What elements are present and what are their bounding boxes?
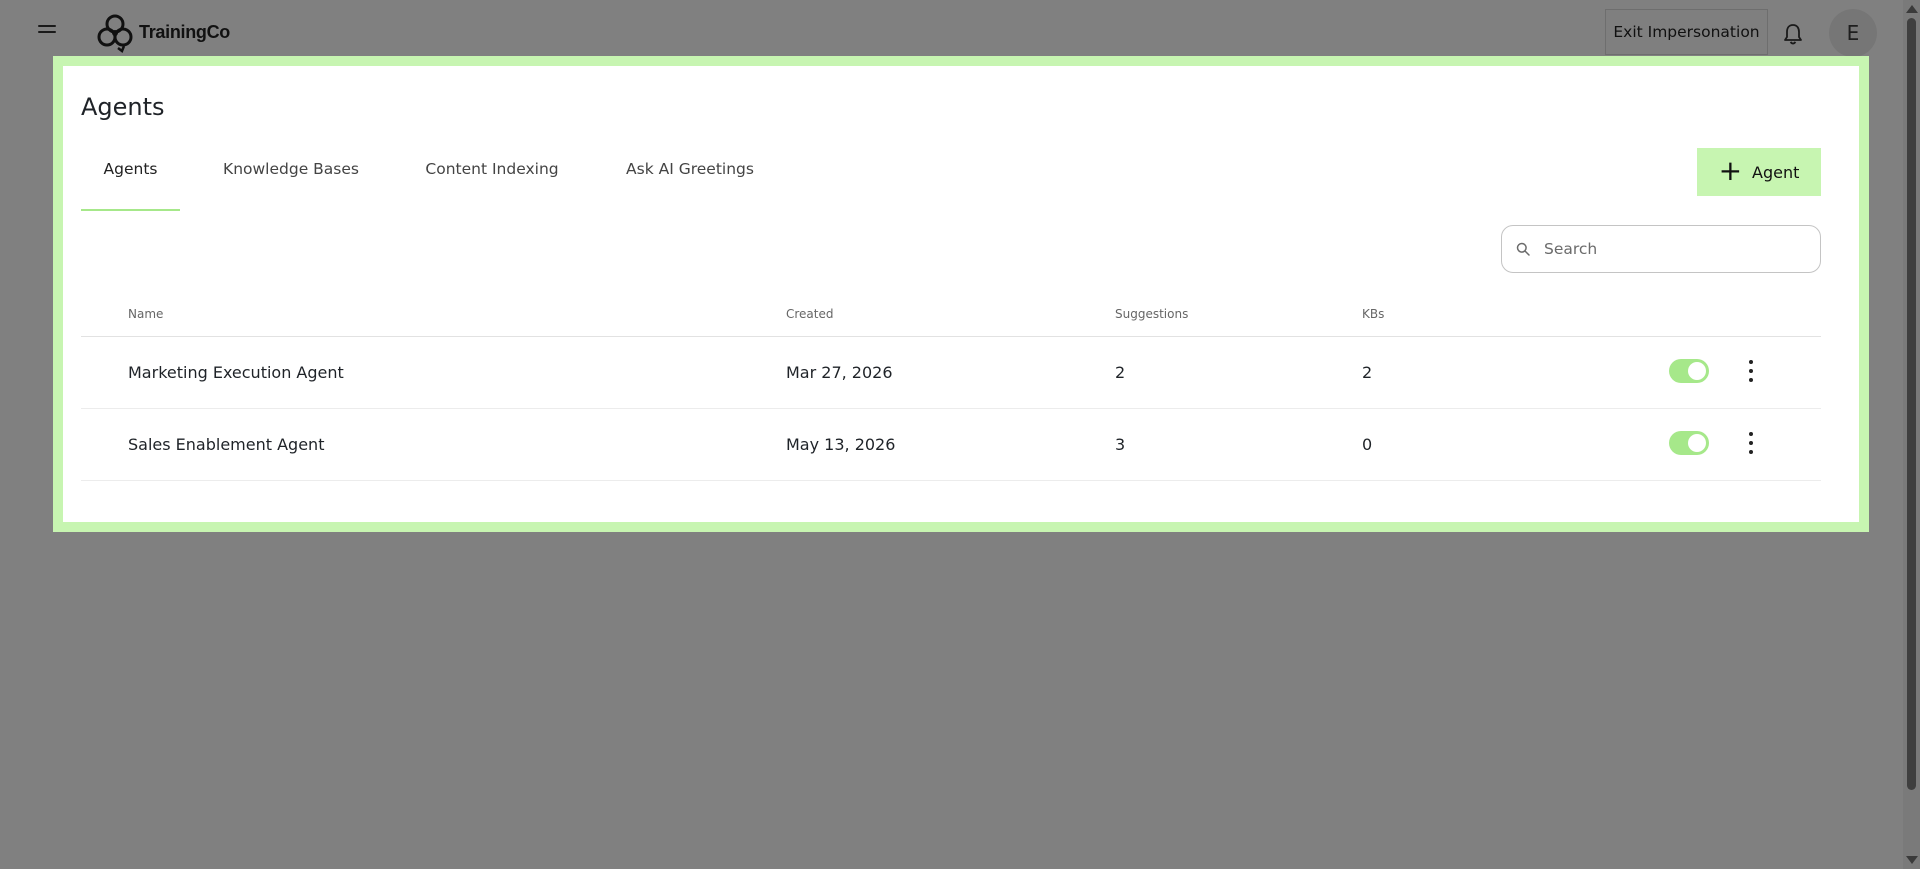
column-header-suggestions[interactable]: Suggestions [1115,307,1188,321]
menu-icon[interactable] [36,22,58,36]
plus-icon: + [1718,153,1743,187]
kebab-menu-icon[interactable] [1741,430,1761,456]
add-agent-label: Agent [1752,162,1800,182]
tab-ask-ai-greetings[interactable]: Ask AI Greetings [626,160,754,209]
tab-knowledge-bases[interactable]: Knowledge Bases [223,160,359,209]
logo[interactable]: TrainingCo [94,11,230,53]
agent-suggestions: 2 [1115,363,1126,382]
column-header-kbs[interactable]: KBs [1362,307,1384,321]
agent-created: Mar 27, 2026 [786,363,893,382]
agents-table: Name Created Suggestions KBs Marketing E… [81,294,1821,481]
table-header: Name Created Suggestions KBs [81,294,1821,337]
search-box[interactable] [1501,225,1821,273]
agent-kbs: 2 [1362,363,1373,382]
agent-suggestions: 3 [1115,435,1126,454]
agent-name[interactable]: Sales Enablement Agent [128,435,324,454]
bell-icon[interactable] [1782,22,1804,46]
menu-icon-line [38,25,56,27]
table-row[interactable]: Marketing Execution Agent Mar 27, 2026 2… [81,337,1821,409]
scroll-thumb[interactable] [1907,18,1916,790]
add-agent-button[interactable]: + Agent [1697,148,1821,196]
tab-content-indexing[interactable]: Content Indexing [425,160,558,209]
scroll-up-arrow-icon[interactable] [1906,5,1918,13]
logo-icon [97,14,133,53]
search-icon [1516,242,1530,256]
kebab-menu-icon[interactable] [1741,358,1761,384]
agents-panel: Agents Agents Knowledge Bases Content In… [53,56,1869,532]
table-row[interactable]: Sales Enablement Agent May 13, 2026 3 0 [81,409,1821,481]
tab-agents[interactable]: Agents [81,160,180,211]
agent-enabled-toggle[interactable] [1669,431,1709,455]
vertical-scrollbar[interactable] [1903,0,1920,869]
column-header-name[interactable]: Name [128,307,163,321]
search-input[interactable] [1542,239,1796,259]
logo-text: TrainingCo [139,21,230,42]
exit-impersonation-button[interactable]: Exit Impersonation [1605,9,1768,55]
agent-enabled-toggle[interactable] [1669,359,1709,383]
agent-kbs: 0 [1362,435,1373,454]
scroll-down-arrow-icon[interactable] [1906,856,1918,864]
column-header-created[interactable]: Created [786,307,834,321]
agent-name[interactable]: Marketing Execution Agent [128,363,344,382]
page-title: Agents [81,93,165,121]
avatar[interactable]: E [1829,9,1877,57]
menu-icon-line [38,31,56,33]
agent-created: May 13, 2026 [786,435,896,454]
